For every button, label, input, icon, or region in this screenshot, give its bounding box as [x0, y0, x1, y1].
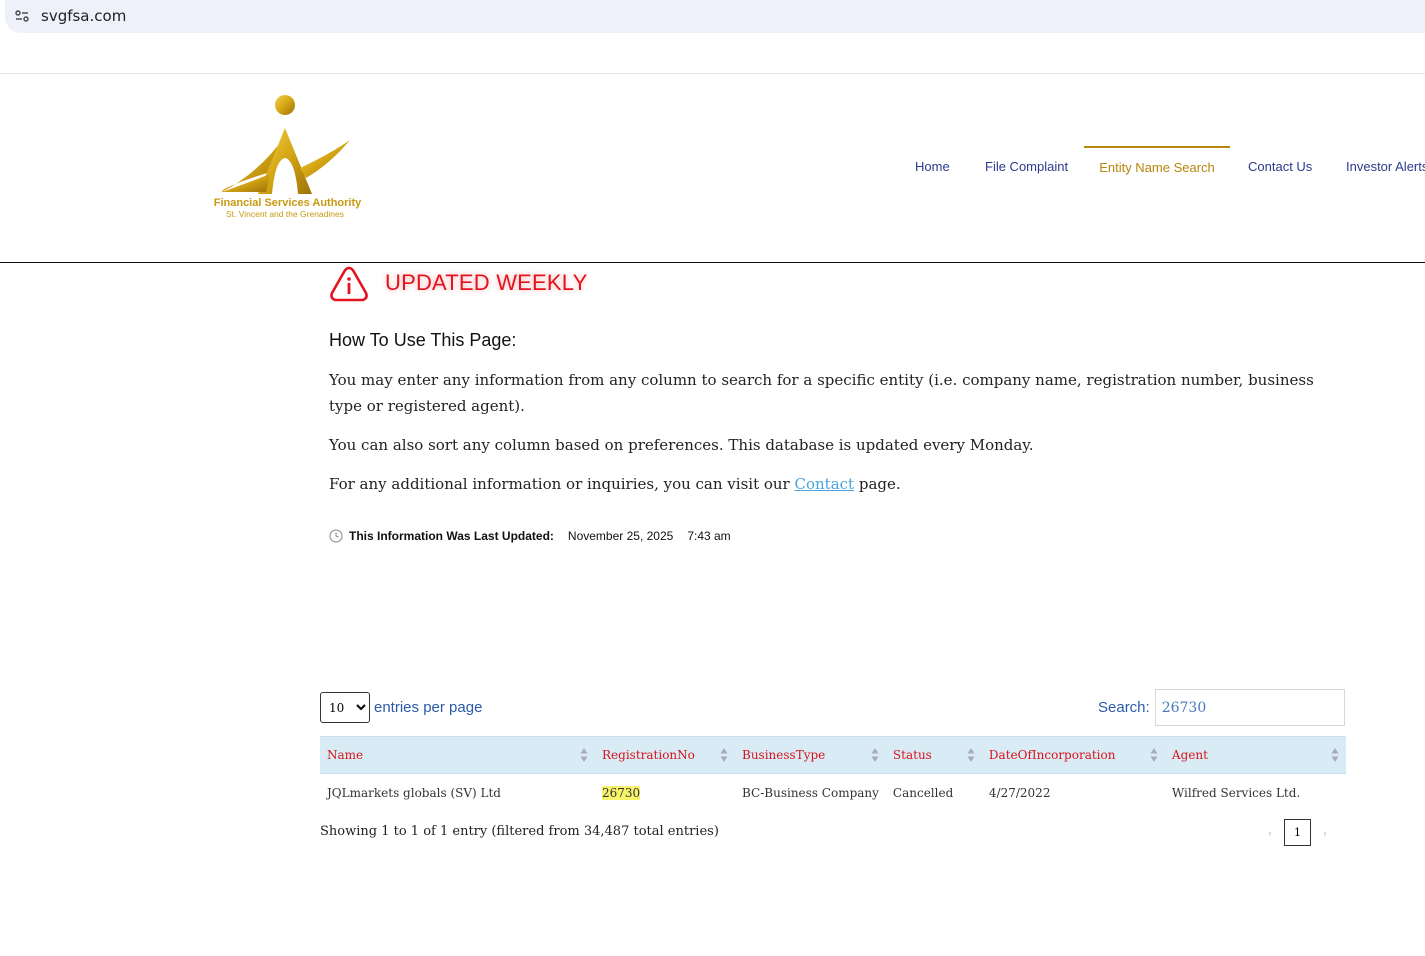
cell-status: Cancelled: [892, 786, 954, 800]
header-label: Agent: [1171, 748, 1208, 762]
search-label: Search:: [1098, 699, 1150, 716]
last-updated-date: November 25, 2025: [567, 529, 674, 543]
howto-title: How To Use This Page:: [329, 330, 517, 350]
nav-entity-name-search[interactable]: Entity Name Search: [1084, 146, 1230, 188]
cell-registration-no: 26730: [595, 774, 735, 813]
pagination: ‹ 1 ›: [1262, 819, 1333, 846]
header-label: BusinessType: [742, 748, 826, 762]
sort-icon[interactable]: [1150, 747, 1158, 763]
contact-link[interactable]: Contact: [795, 475, 855, 493]
header-label: Status: [892, 748, 932, 762]
header-label: RegistrationNo: [602, 748, 695, 762]
info-triangle-icon: [330, 266, 368, 302]
header-label: Name: [327, 748, 364, 762]
table-header-row: Name RegistrationNo BusinessType Status …: [320, 736, 1346, 774]
next-page-button[interactable]: ›: [1317, 828, 1333, 838]
column-header-status[interactable]: Status: [885, 736, 982, 774]
howto-paragraph-3: For any additional information or inquir…: [329, 471, 1339, 497]
last-updated-time: 7:43 am: [687, 529, 731, 543]
search-input[interactable]: [1154, 689, 1345, 726]
nav-contact-us[interactable]: Contact Us: [1248, 147, 1312, 187]
nav-home[interactable]: Home: [915, 147, 950, 187]
cell-name: JQLmarkets globals (SV) Ltd: [327, 786, 501, 800]
logo-title: Financial Services Authority: [213, 197, 362, 209]
entities-table: Name RegistrationNo BusinessType Status …: [320, 736, 1346, 812]
header-bottom-divider: [0, 262, 1425, 263]
column-header-business-type[interactable]: BusinessType: [735, 736, 886, 774]
howto-paragraph-2: You can also sort any column based on pr…: [329, 436, 1034, 454]
column-header-name[interactable]: Name: [320, 736, 595, 774]
prev-page-button[interactable]: ‹: [1262, 828, 1278, 838]
howto-p3-before: For any additional information or inquir…: [329, 475, 795, 493]
last-updated-label: This Information Was Last Updated:: [349, 529, 554, 543]
entries-per-page-select[interactable]: 10: [320, 692, 370, 723]
page-button-1[interactable]: 1: [1284, 819, 1311, 846]
clock-icon: [329, 529, 343, 543]
sort-icon[interactable]: [967, 747, 975, 763]
entries-control: 10 entries per page: [320, 692, 482, 723]
header-top-divider: [0, 73, 1425, 74]
sort-icon[interactable]: [871, 747, 879, 763]
cell-agent: Wilfred Services Ltd.: [1171, 786, 1301, 800]
nav-investor-alerts[interactable]: Investor Alerts: [1346, 147, 1425, 187]
site-settings-icon[interactable]: [14, 8, 30, 24]
sort-icon[interactable]: [580, 747, 588, 763]
entries-per-page-label: entries per page: [374, 699, 483, 716]
logo-subtitle: St. Vincent and the Grenadines: [226, 209, 344, 219]
last-updated: This Information Was Last Updated: Novem…: [329, 529, 731, 543]
table-row: JQLmarkets globals (SV) Ltd 26730 BC-Bus…: [320, 774, 1346, 813]
column-header-registration-no[interactable]: RegistrationNo: [595, 736, 735, 774]
howto-paragraph-1: You may enter any information from any c…: [329, 371, 1314, 415]
header-label: DateOfIncorporation: [988, 748, 1116, 762]
column-header-agent[interactable]: Agent: [1164, 736, 1346, 774]
nav-file-complaint[interactable]: File Complaint: [985, 147, 1068, 187]
column-header-date-of-incorporation[interactable]: DateOfIncorporation: [981, 736, 1165, 774]
url-text[interactable]: svgfsa.com: [41, 7, 126, 25]
updated-weekly-banner: UPDATED WEEKLY: [385, 270, 588, 295]
table-info: Showing 1 to 1 of 1 entry (filtered from…: [320, 824, 719, 839]
sort-icon[interactable]: [1331, 747, 1339, 763]
table-search: Search:: [1098, 689, 1345, 726]
cell-date-of-incorporation: 4/27/2022: [988, 786, 1051, 800]
search-highlight: 26730: [602, 786, 641, 800]
howto-p3-after: page.: [854, 475, 901, 493]
browser-url-bar[interactable]: svgfsa.com: [5, 0, 1425, 33]
cell-business-type: BC-Business Company: [742, 786, 879, 800]
sort-icon[interactable]: [720, 747, 728, 763]
